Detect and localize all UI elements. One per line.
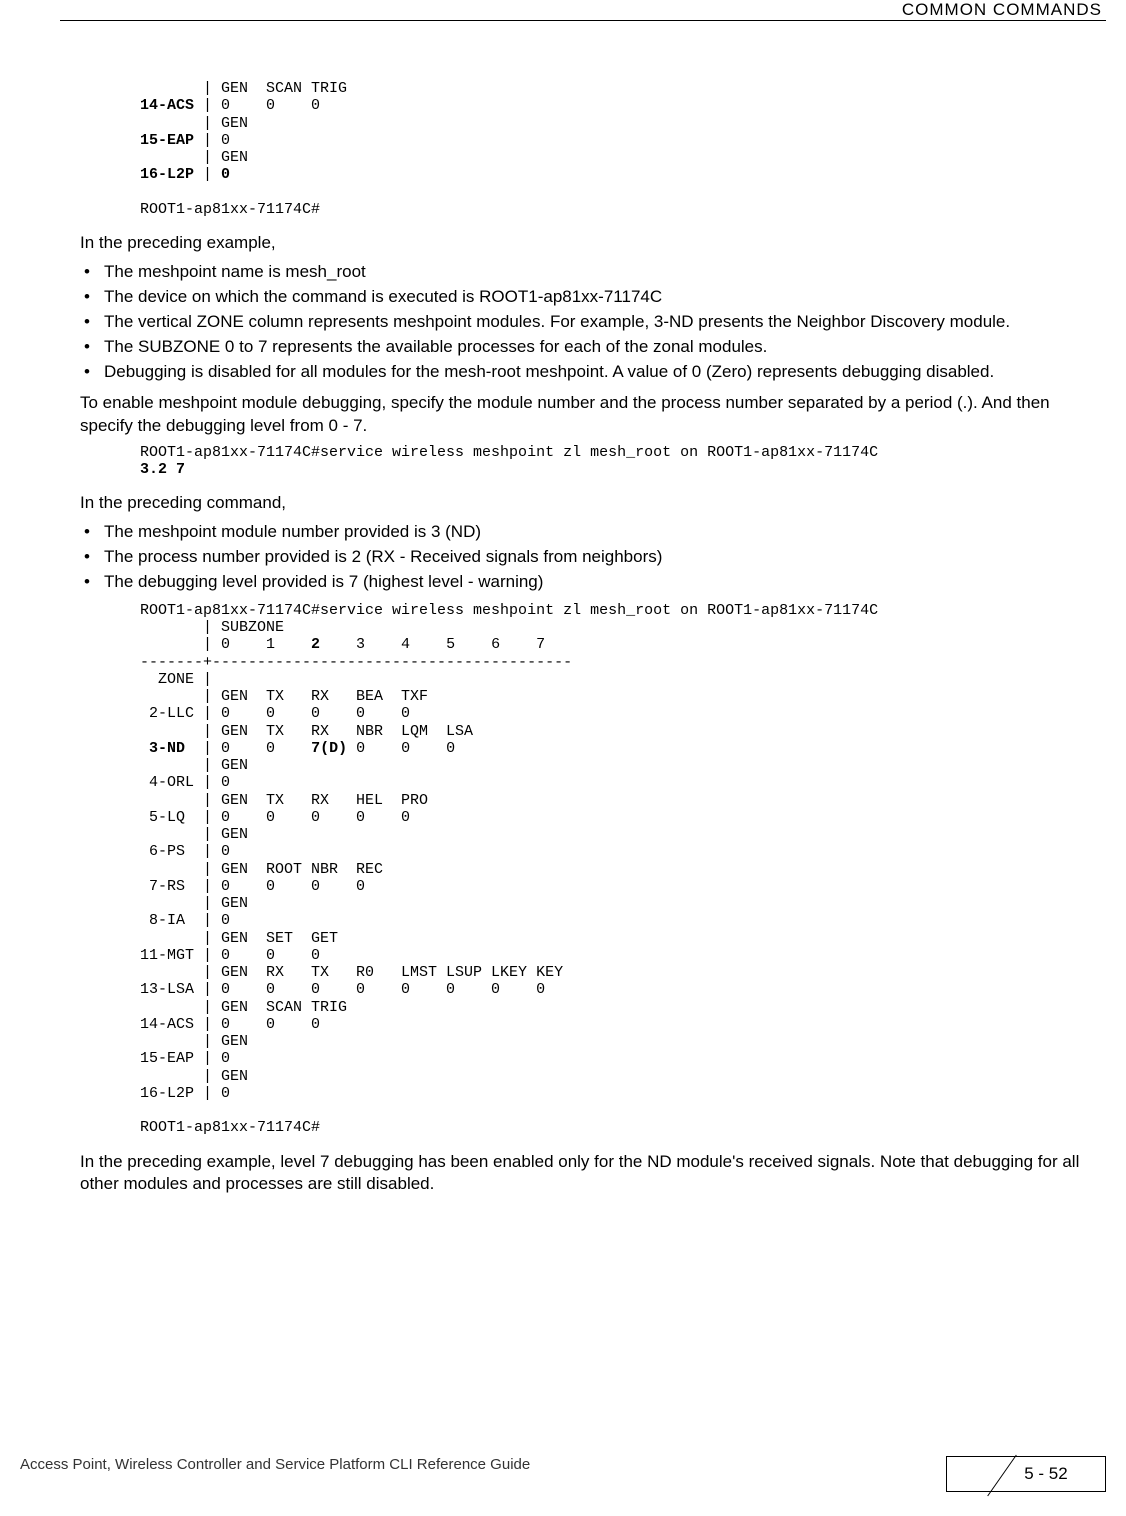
code-line: | 0 <box>194 132 230 149</box>
code-line: -------+--------------------------------… <box>140 654 572 671</box>
code-line: ROOT1-ap81xx-71174C# <box>140 1119 320 1136</box>
code-line: 14-ACS | 0 0 0 <box>140 1016 320 1033</box>
code-line: ROOT1-ap81xx-71174C#service wireless mes… <box>140 602 878 619</box>
code-line: | GEN TX RX HEL PRO <box>140 792 428 809</box>
code-bold: 2 <box>311 636 320 653</box>
code-line: | GEN ROOT NBR REC <box>140 861 383 878</box>
list-item: The device on which the command is execu… <box>80 286 1086 309</box>
bullet-list-b: The meshpoint module number provided is … <box>80 521 1086 594</box>
code-line: | <box>194 166 221 183</box>
code-bold: 15-EAP <box>140 132 194 149</box>
code-line: | 0 0 <box>185 740 311 757</box>
code-bold: 14-ACS <box>140 97 194 114</box>
code-line: 13-LSA | 0 0 0 0 0 0 0 0 <box>140 981 545 998</box>
code-block-1: | GEN SCAN TRIG 14-ACS | 0 0 0 | GEN 15-… <box>140 80 1086 218</box>
code-line: | GEN SCAN TRIG <box>140 999 347 1016</box>
list-item: Debugging is disabled for all modules fo… <box>80 361 1086 384</box>
code-line: 5-LQ | 0 0 0 0 0 <box>140 809 410 826</box>
code-line: | GEN <box>140 1033 248 1050</box>
code-block-2: ROOT1-ap81xx-71174C#service wireless mes… <box>140 444 1086 479</box>
paragraph: In the preceding example, level 7 debugg… <box>80 1151 1086 1197</box>
code-bold: 3.2 7 <box>140 461 185 478</box>
code-line: 4-ORL | 0 <box>140 774 230 791</box>
code-bold: 7(D) <box>311 740 347 757</box>
paragraph: To enable meshpoint module debugging, sp… <box>80 392 1086 438</box>
code-line: | GEN <box>140 115 248 132</box>
footer-text: Access Point, Wireless Controller and Se… <box>20 1456 530 1473</box>
footer: Access Point, Wireless Controller and Se… <box>20 1456 1106 1492</box>
code-line: | 0 0 0 <box>194 97 320 114</box>
code-line: | GEN SCAN TRIG <box>140 80 347 97</box>
code-line: ROOT1-ap81xx-71174C#service wireless mes… <box>140 444 887 461</box>
code-block-3: ROOT1-ap81xx-71174C#service wireless mes… <box>140 602 1086 1137</box>
code-line: | GEN RX TX R0 LMST LSUP LKEY KEY <box>140 964 563 981</box>
code-line: | GEN TX RX BEA TXF <box>140 688 428 705</box>
code-line: 6-PS | 0 <box>140 843 230 860</box>
code-line: | GEN TX RX NBR LQM LSA <box>140 723 473 740</box>
code-bold: 16-L2P <box>140 166 194 183</box>
header-rule <box>60 20 1106 21</box>
page-number: 5 - 52 <box>1024 1464 1067 1484</box>
paragraph: In the preceding example, <box>80 232 1086 255</box>
code-line: 11-MGT | 0 0 0 <box>140 947 320 964</box>
list-item: The meshpoint module number provided is … <box>80 521 1086 544</box>
page-content: | GEN SCAN TRIG 14-ACS | 0 0 0 | GEN 15-… <box>80 80 1086 1202</box>
list-item: The process number provided is 2 (RX - R… <box>80 546 1086 569</box>
list-item: The vertical ZONE column represents mesh… <box>80 311 1086 334</box>
code-line: 3 4 5 6 7 <box>320 636 545 653</box>
footer-divider <box>987 1455 1016 1497</box>
code-line: 8-IA | 0 <box>140 912 230 929</box>
code-line: | SUBZONE <box>140 619 284 636</box>
code-line: | GEN <box>140 826 248 843</box>
code-line: | 0 1 <box>140 636 311 653</box>
paragraph: In the preceding command, <box>80 492 1086 515</box>
list-item: The debugging level provided is 7 (highe… <box>80 571 1086 594</box>
code-line: 0 0 0 <box>347 740 455 757</box>
list-item: The meshpoint name is mesh_root <box>80 261 1086 284</box>
code-line: 15-EAP | 0 <box>140 1050 230 1067</box>
code-line: | GEN <box>140 1068 248 1085</box>
code-line: ROOT1-ap81xx-71174C# <box>140 201 320 218</box>
code-line: 16-L2P | 0 <box>140 1085 230 1102</box>
code-line: 7-RS | 0 0 0 0 <box>140 878 365 895</box>
code-line: | GEN <box>140 757 248 774</box>
code-bold: 0 <box>221 166 230 183</box>
code-line: | GEN <box>140 895 248 912</box>
code-line: | GEN <box>140 149 248 166</box>
code-line: | GEN SET GET <box>140 930 338 947</box>
list-item: The SUBZONE 0 to 7 represents the availa… <box>80 336 1086 359</box>
bullet-list-a: The meshpoint name is mesh_root The devi… <box>80 261 1086 384</box>
code-line <box>140 740 149 757</box>
header-title: COMMON COMMANDS <box>898 0 1106 20</box>
footer-page-box: 5 - 52 <box>946 1456 1106 1492</box>
code-bold: 3-ND <box>149 740 185 757</box>
code-line: 2-LLC | 0 0 0 0 0 <box>140 705 410 722</box>
code-line: ZONE | <box>140 671 212 688</box>
